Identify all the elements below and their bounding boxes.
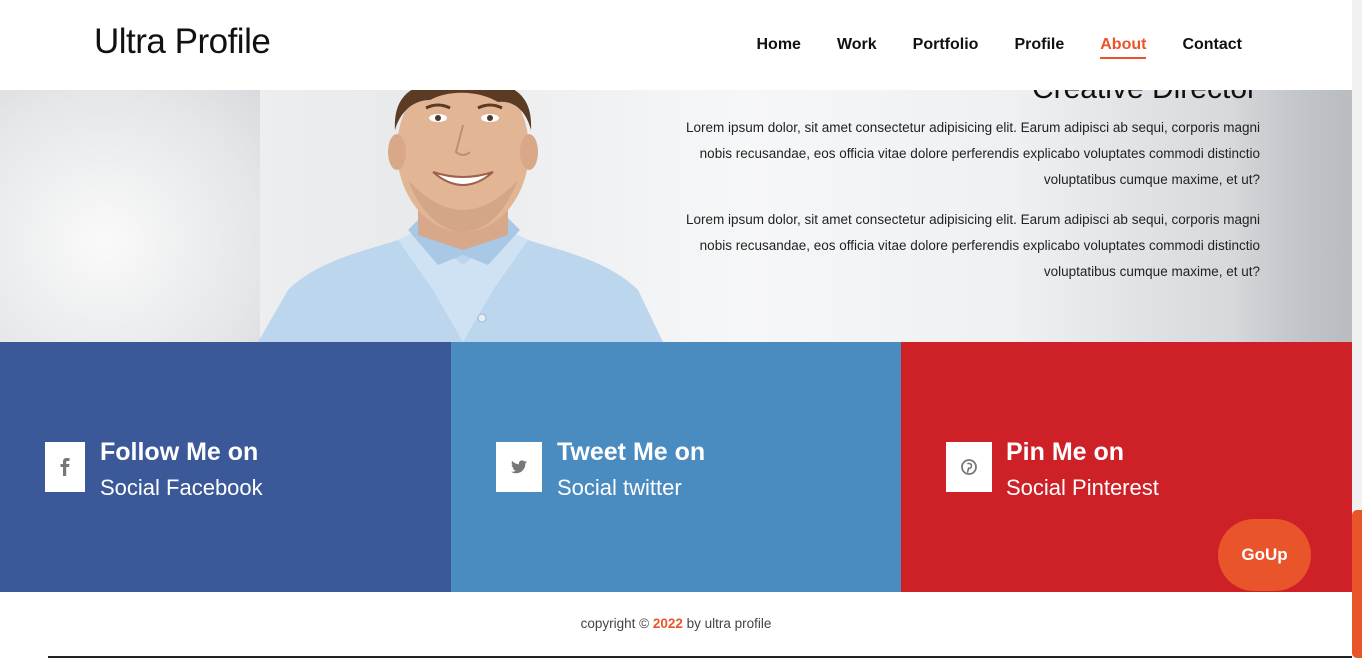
copyright-suffix: by ultra profile bbox=[686, 616, 772, 631]
go-up-button[interactable]: GoUp bbox=[1218, 519, 1311, 591]
copyright-prefix: copyright © bbox=[580, 616, 650, 631]
pinterest-icon[interactable] bbox=[946, 442, 992, 492]
twitter-icon[interactable] bbox=[496, 442, 542, 492]
main-nav: Home Work Portfolio Profile About Contac… bbox=[721, 36, 1242, 59]
page: Ultra Profile Home Work Portfolio Profil… bbox=[0, 0, 1362, 658]
copyright-text: copyright © 2022 by ultra profile bbox=[0, 616, 1352, 631]
site-footer: copyright © 2022 by ultra profile bbox=[0, 592, 1352, 658]
nav-work[interactable]: Work bbox=[837, 36, 877, 59]
hero-paragraph-1: Lorem ipsum dolor, sit amet consectetur … bbox=[685, 120, 1260, 187]
nav-home[interactable]: Home bbox=[757, 36, 801, 59]
hero-heading: Creative Director bbox=[1032, 90, 1257, 106]
facebook-icon[interactable] bbox=[45, 442, 85, 492]
person-photo bbox=[258, 90, 663, 342]
hero-paragraph-2: Lorem ipsum dolor, sit amet consectetur … bbox=[685, 212, 1260, 279]
about-hero: Creative Director Lorem ipsum dolor, sit… bbox=[0, 90, 1352, 342]
social-title: Tweet Me on bbox=[557, 438, 706, 466]
hero-background-blur bbox=[0, 90, 260, 342]
site-header: Ultra Profile Home Work Portfolio Profil… bbox=[0, 0, 1352, 90]
social-subtitle: Social twitter bbox=[557, 475, 682, 500]
social-subtitle: Social Facebook bbox=[100, 475, 263, 500]
social-title: Pin Me on bbox=[1006, 438, 1125, 466]
nav-profile[interactable]: Profile bbox=[1014, 36, 1064, 59]
site-logo[interactable]: Ultra Profile bbox=[94, 22, 271, 62]
nav-about[interactable]: About bbox=[1100, 36, 1147, 59]
social-facebook-block[interactable]: Follow Me on Social Facebook bbox=[0, 342, 451, 592]
copyright-year: 2022 bbox=[652, 616, 683, 631]
social-title: Follow Me on bbox=[100, 438, 259, 466]
nav-contact[interactable]: Contact bbox=[1182, 36, 1242, 59]
nav-portfolio[interactable]: Portfolio bbox=[913, 36, 979, 59]
social-subtitle: Social Pinterest bbox=[1006, 475, 1159, 500]
scrollbar-thumb[interactable] bbox=[1352, 510, 1362, 658]
social-twitter-block[interactable]: Tweet Me on Social twitter bbox=[451, 342, 901, 592]
